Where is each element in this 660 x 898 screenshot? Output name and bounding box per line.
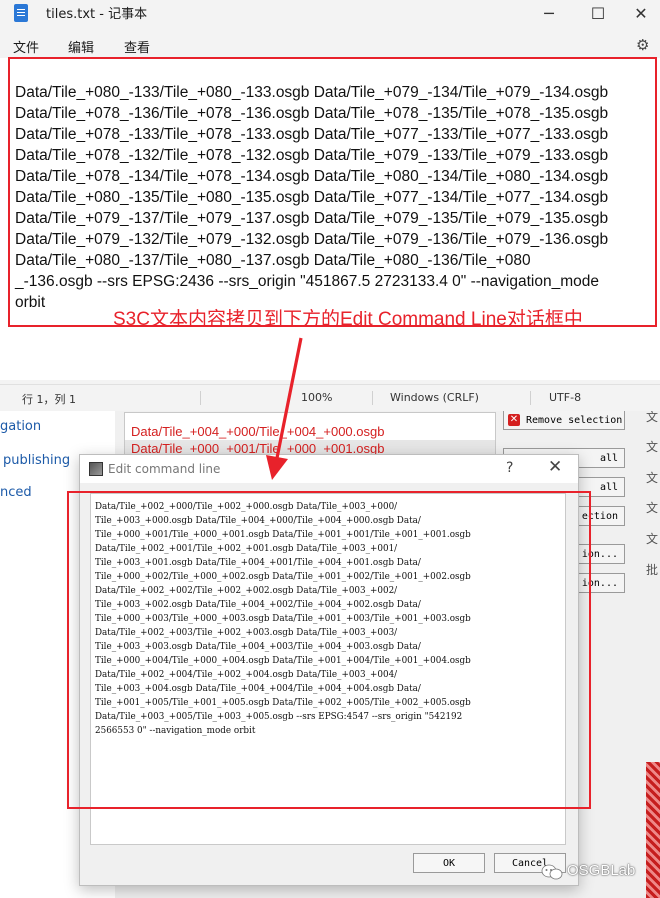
menu-file[interactable]: 文件 (13, 37, 39, 56)
bg-right-char: 文 (646, 440, 659, 454)
ok-button[interactable]: OK (413, 853, 485, 873)
bg-link-navigation[interactable]: gation (0, 419, 41, 434)
dialog-title: Edit command line (108, 462, 221, 476)
status-encoding: UTF-8 (549, 391, 582, 404)
annotation-highlight-box (8, 57, 657, 327)
annotation-text: S3C文本内容拷贝到下方的Edit Command Line对话框中 (113, 309, 583, 330)
status-divider (200, 391, 201, 405)
status-divider (372, 391, 373, 405)
status-divider (530, 391, 531, 405)
minimize-icon[interactable]: ─ (526, 0, 572, 30)
bg-right-char: 文 (646, 532, 659, 546)
close-icon[interactable]: ✕ (618, 0, 660, 30)
menu-edit[interactable]: 编辑 (68, 37, 94, 56)
close-icon[interactable]: ✕ (548, 457, 562, 477)
window-title: tiles.txt - 记事本 (46, 7, 148, 22)
wechat-icon (541, 864, 563, 880)
watermark-text: OSGBLab (567, 862, 636, 879)
status-bar: 行 1，列 1 100% Windows (CRLF) UTF-8 (0, 384, 660, 411)
status-cursor-position: 行 1，列 1 (22, 393, 76, 406)
list-item[interactable] (125, 413, 495, 423)
dialog-titlebar[interactable]: Edit command line ? ✕ (80, 455, 578, 483)
status-zoom: 100% (301, 391, 333, 404)
notepad-window: tiles.txt - 记事本 ─ ☐ ✕ 文件 编辑 查看 ⚙ Data/Ti… (0, 0, 660, 411)
gear-icon[interactable]: ⚙ (636, 36, 649, 54)
help-icon[interactable]: ? (506, 460, 513, 476)
bg-right-char: 文 (646, 471, 659, 485)
background-image-thumbnail (646, 762, 660, 898)
bg-link-advanced[interactable]: nced (0, 485, 32, 500)
status-line-ending: Windows (CRLF) (390, 391, 479, 404)
remove-icon: ✕ (508, 414, 520, 426)
notepad-icon (14, 4, 28, 22)
bg-right-char: 文 (646, 501, 659, 515)
bg-right-char: 批 (646, 563, 659, 577)
app-icon (89, 462, 103, 476)
notepad-titlebar[interactable]: tiles.txt - 记事本 ─ ☐ ✕ (0, 0, 660, 30)
maximize-icon[interactable]: ☐ (575, 0, 621, 30)
menu-view[interactable]: 查看 (124, 37, 150, 56)
list-item[interactable]: Data/Tile_+004_+000/Tile_+004_+000.osgb (125, 423, 495, 440)
remove-selection-button[interactable]: ✕ Remove selection (503, 410, 625, 430)
menu-bar: 文件 编辑 查看 (0, 34, 660, 58)
bg-link-publishing[interactable]: publishing (3, 453, 70, 468)
annotation-highlight-box-dialog (67, 491, 591, 809)
